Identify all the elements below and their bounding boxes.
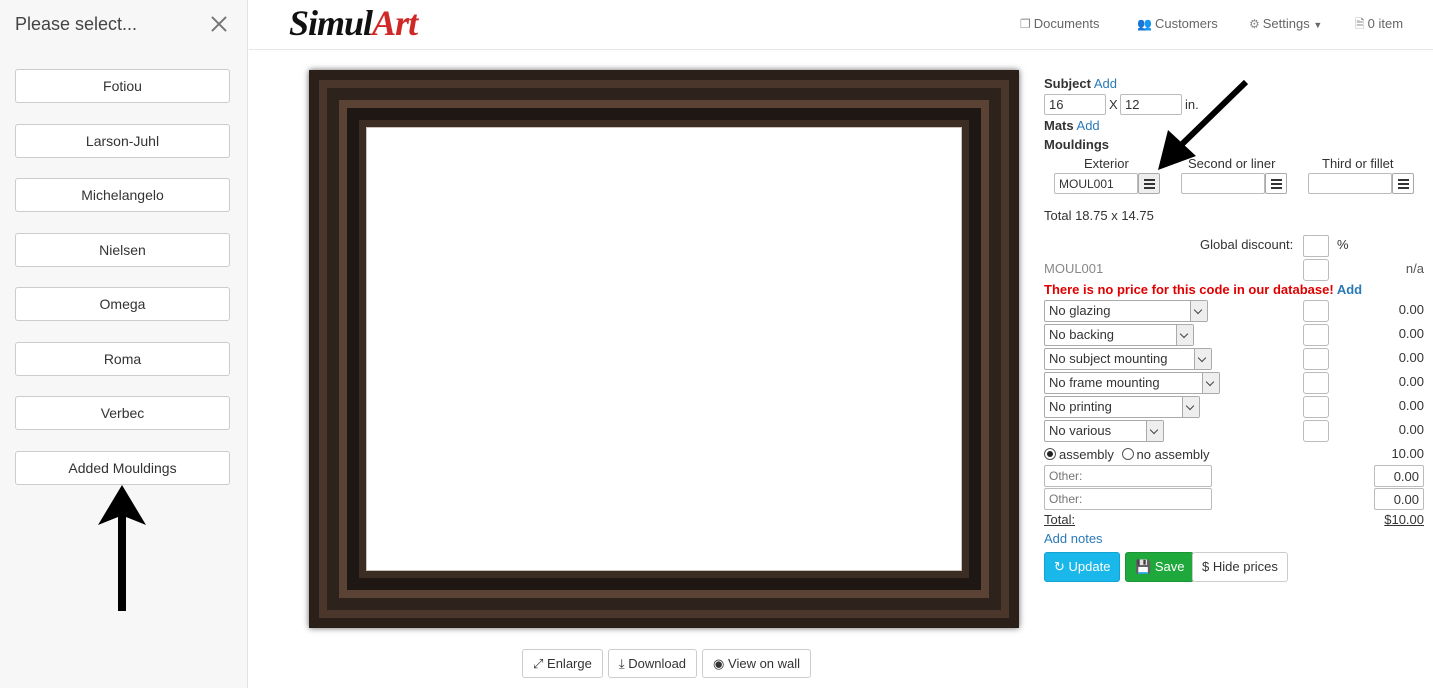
chevron-down-icon bbox=[1176, 325, 1193, 345]
download-icon: ⤓ bbox=[618, 656, 625, 671]
moulding-col-third-label: Third or fillet bbox=[1322, 156, 1394, 171]
nav-cart[interactable]: 🗎 0 item bbox=[1355, 15, 1403, 36]
arrow-up-annotation-icon bbox=[98, 485, 146, 611]
documents-icon: ❐ bbox=[1020, 17, 1031, 31]
hide-prices-button[interactable]: $ Hide prices bbox=[1192, 552, 1288, 582]
printing-select[interactable]: No printing bbox=[1044, 396, 1200, 418]
mouldings-label: Mouldings bbox=[1044, 137, 1109, 152]
top-navbar: SimulArt ❐ Documents 👥 Customers ⚙ Settings… bbox=[249, 0, 1433, 50]
subject-mounting-price: 0.00 bbox=[1398, 350, 1424, 365]
dimension-separator: X bbox=[1109, 97, 1118, 112]
brand-button-omega[interactable]: Omega bbox=[15, 287, 230, 321]
brand-button-verbec[interactable]: Verbec bbox=[15, 396, 230, 430]
enlarge-button[interactable]: ⤢ Enlarge bbox=[522, 649, 603, 678]
other-price-input-2[interactable] bbox=[1374, 488, 1424, 510]
preview-actions: ⤢ Enlarge ⤓ Download ◉ View on wall bbox=[522, 649, 812, 678]
simulart-logo[interactable]: SimulArt bbox=[289, 2, 418, 44]
file-icon: 🗎 bbox=[1355, 17, 1365, 31]
no-assembly-radio[interactable]: no assembly bbox=[1121, 447, 1210, 462]
frame-mounting-price: 0.00 bbox=[1398, 374, 1424, 389]
gear-icon: ⚙ bbox=[1249, 17, 1260, 31]
frame-preview bbox=[309, 70, 1019, 628]
update-button[interactable]: ↻ Update bbox=[1044, 552, 1121, 582]
total-value: $10.00 bbox=[1384, 512, 1424, 527]
expand-icon: ⤢ bbox=[533, 656, 544, 671]
caret-down-icon: ▼ bbox=[1313, 20, 1323, 30]
glazing-discount-input[interactable] bbox=[1303, 300, 1329, 322]
second-moulding-menu-button[interactable] bbox=[1265, 173, 1287, 194]
total-label: Total: bbox=[1044, 512, 1076, 527]
third-moulding-input[interactable] bbox=[1308, 173, 1392, 194]
brand-button-fotiou[interactable]: Fotiou bbox=[15, 69, 230, 103]
brand-button-nielsen[interactable]: Nielsen bbox=[15, 233, 230, 267]
various-discount-input[interactable] bbox=[1303, 420, 1329, 442]
brand-button-added-mouldings[interactable]: Added Mouldings bbox=[15, 451, 230, 485]
global-discount-label: Global discount: bbox=[1200, 237, 1294, 252]
dollar-icon: $ bbox=[1202, 559, 1210, 574]
nav-documents[interactable]: ❐ Documents bbox=[1020, 16, 1100, 31]
chevron-down-icon bbox=[1146, 421, 1163, 441]
nav-settings[interactable]: ⚙ Settings ▼ bbox=[1249, 16, 1322, 31]
brand-button-michelangelo[interactable]: Michelangelo bbox=[15, 178, 230, 212]
view-on-wall-button[interactable]: ◉ View on wall bbox=[702, 649, 812, 678]
chevron-down-icon bbox=[1182, 397, 1199, 417]
brand-sidebar: Please select... Fotiou Larson-Juhl Mich… bbox=[0, 0, 248, 688]
global-discount-input[interactable] bbox=[1303, 235, 1329, 257]
various-select[interactable]: No various bbox=[1044, 420, 1164, 442]
mats-add-link[interactable]: Add bbox=[1077, 118, 1100, 133]
various-price: 0.00 bbox=[1398, 422, 1424, 437]
subject-add-link[interactable]: Add bbox=[1094, 76, 1117, 91]
mats-label: Mats bbox=[1044, 118, 1074, 133]
frame-mounting-select[interactable]: No frame mounting bbox=[1044, 372, 1220, 394]
save-button[interactable]: 💾 Save bbox=[1125, 552, 1195, 582]
assembly-price: 10.00 bbox=[1391, 446, 1424, 461]
glazing-select[interactable]: No glazing bbox=[1044, 300, 1208, 322]
backing-select[interactable]: No backing bbox=[1044, 324, 1194, 346]
sidebar-title: Please select... bbox=[15, 14, 138, 34]
brand-button-roma[interactable]: Roma bbox=[15, 342, 230, 376]
chevron-down-icon bbox=[1194, 349, 1211, 369]
other-input-1[interactable] bbox=[1044, 465, 1212, 487]
floppy-icon: 💾 bbox=[1135, 559, 1152, 574]
third-moulding-menu-button[interactable] bbox=[1392, 173, 1414, 194]
printing-discount-input[interactable] bbox=[1303, 396, 1329, 418]
close-icon[interactable] bbox=[208, 13, 230, 35]
moulding-col-exterior-label: Exterior bbox=[1084, 156, 1129, 171]
subject-width-input[interactable] bbox=[1044, 94, 1106, 115]
brand-button-larson-juhl[interactable]: Larson-Juhl bbox=[15, 124, 230, 158]
printing-price: 0.00 bbox=[1398, 398, 1424, 413]
eye-icon: ◉ bbox=[713, 656, 725, 671]
refresh-icon: ↻ bbox=[1054, 559, 1065, 574]
add-notes-link[interactable]: Add notes bbox=[1044, 531, 1103, 546]
no-price-add-link[interactable]: Add bbox=[1337, 282, 1362, 297]
chevron-down-icon bbox=[1202, 373, 1219, 393]
backing-discount-input[interactable] bbox=[1303, 324, 1329, 346]
nav-customers[interactable]: 👥 Customers bbox=[1137, 16, 1218, 31]
total-size: Total 18.75 x 14.75 bbox=[1044, 208, 1154, 223]
moulding-code: MOUL001 bbox=[1044, 261, 1104, 276]
moulding-discount-input[interactable] bbox=[1303, 259, 1329, 281]
other-price-input-1[interactable] bbox=[1374, 465, 1424, 487]
subject-canvas bbox=[366, 127, 962, 571]
moulding-price: n/a bbox=[1405, 261, 1424, 276]
frame-mounting-discount-input[interactable] bbox=[1303, 372, 1329, 394]
subject-mounting-select[interactable]: No subject mounting bbox=[1044, 348, 1212, 370]
percent-sign: % bbox=[1337, 237, 1349, 252]
subject-mounting-discount-input[interactable] bbox=[1303, 348, 1329, 370]
chevron-down-icon bbox=[1190, 301, 1207, 321]
subject-label: Subject bbox=[1044, 76, 1091, 91]
other-input-2[interactable] bbox=[1044, 488, 1212, 510]
backing-price: 0.00 bbox=[1398, 326, 1424, 341]
users-icon: 👥 bbox=[1137, 17, 1152, 31]
glazing-price: 0.00 bbox=[1398, 302, 1424, 317]
arrow-diagonal-annotation-icon bbox=[1158, 79, 1249, 170]
exterior-moulding-input[interactable] bbox=[1054, 173, 1138, 194]
download-button[interactable]: ⤓ Download bbox=[607, 649, 698, 678]
no-price-warning: There is no price for this code in our d… bbox=[1044, 282, 1334, 297]
assembly-radio[interactable]: assembly bbox=[1044, 447, 1114, 462]
